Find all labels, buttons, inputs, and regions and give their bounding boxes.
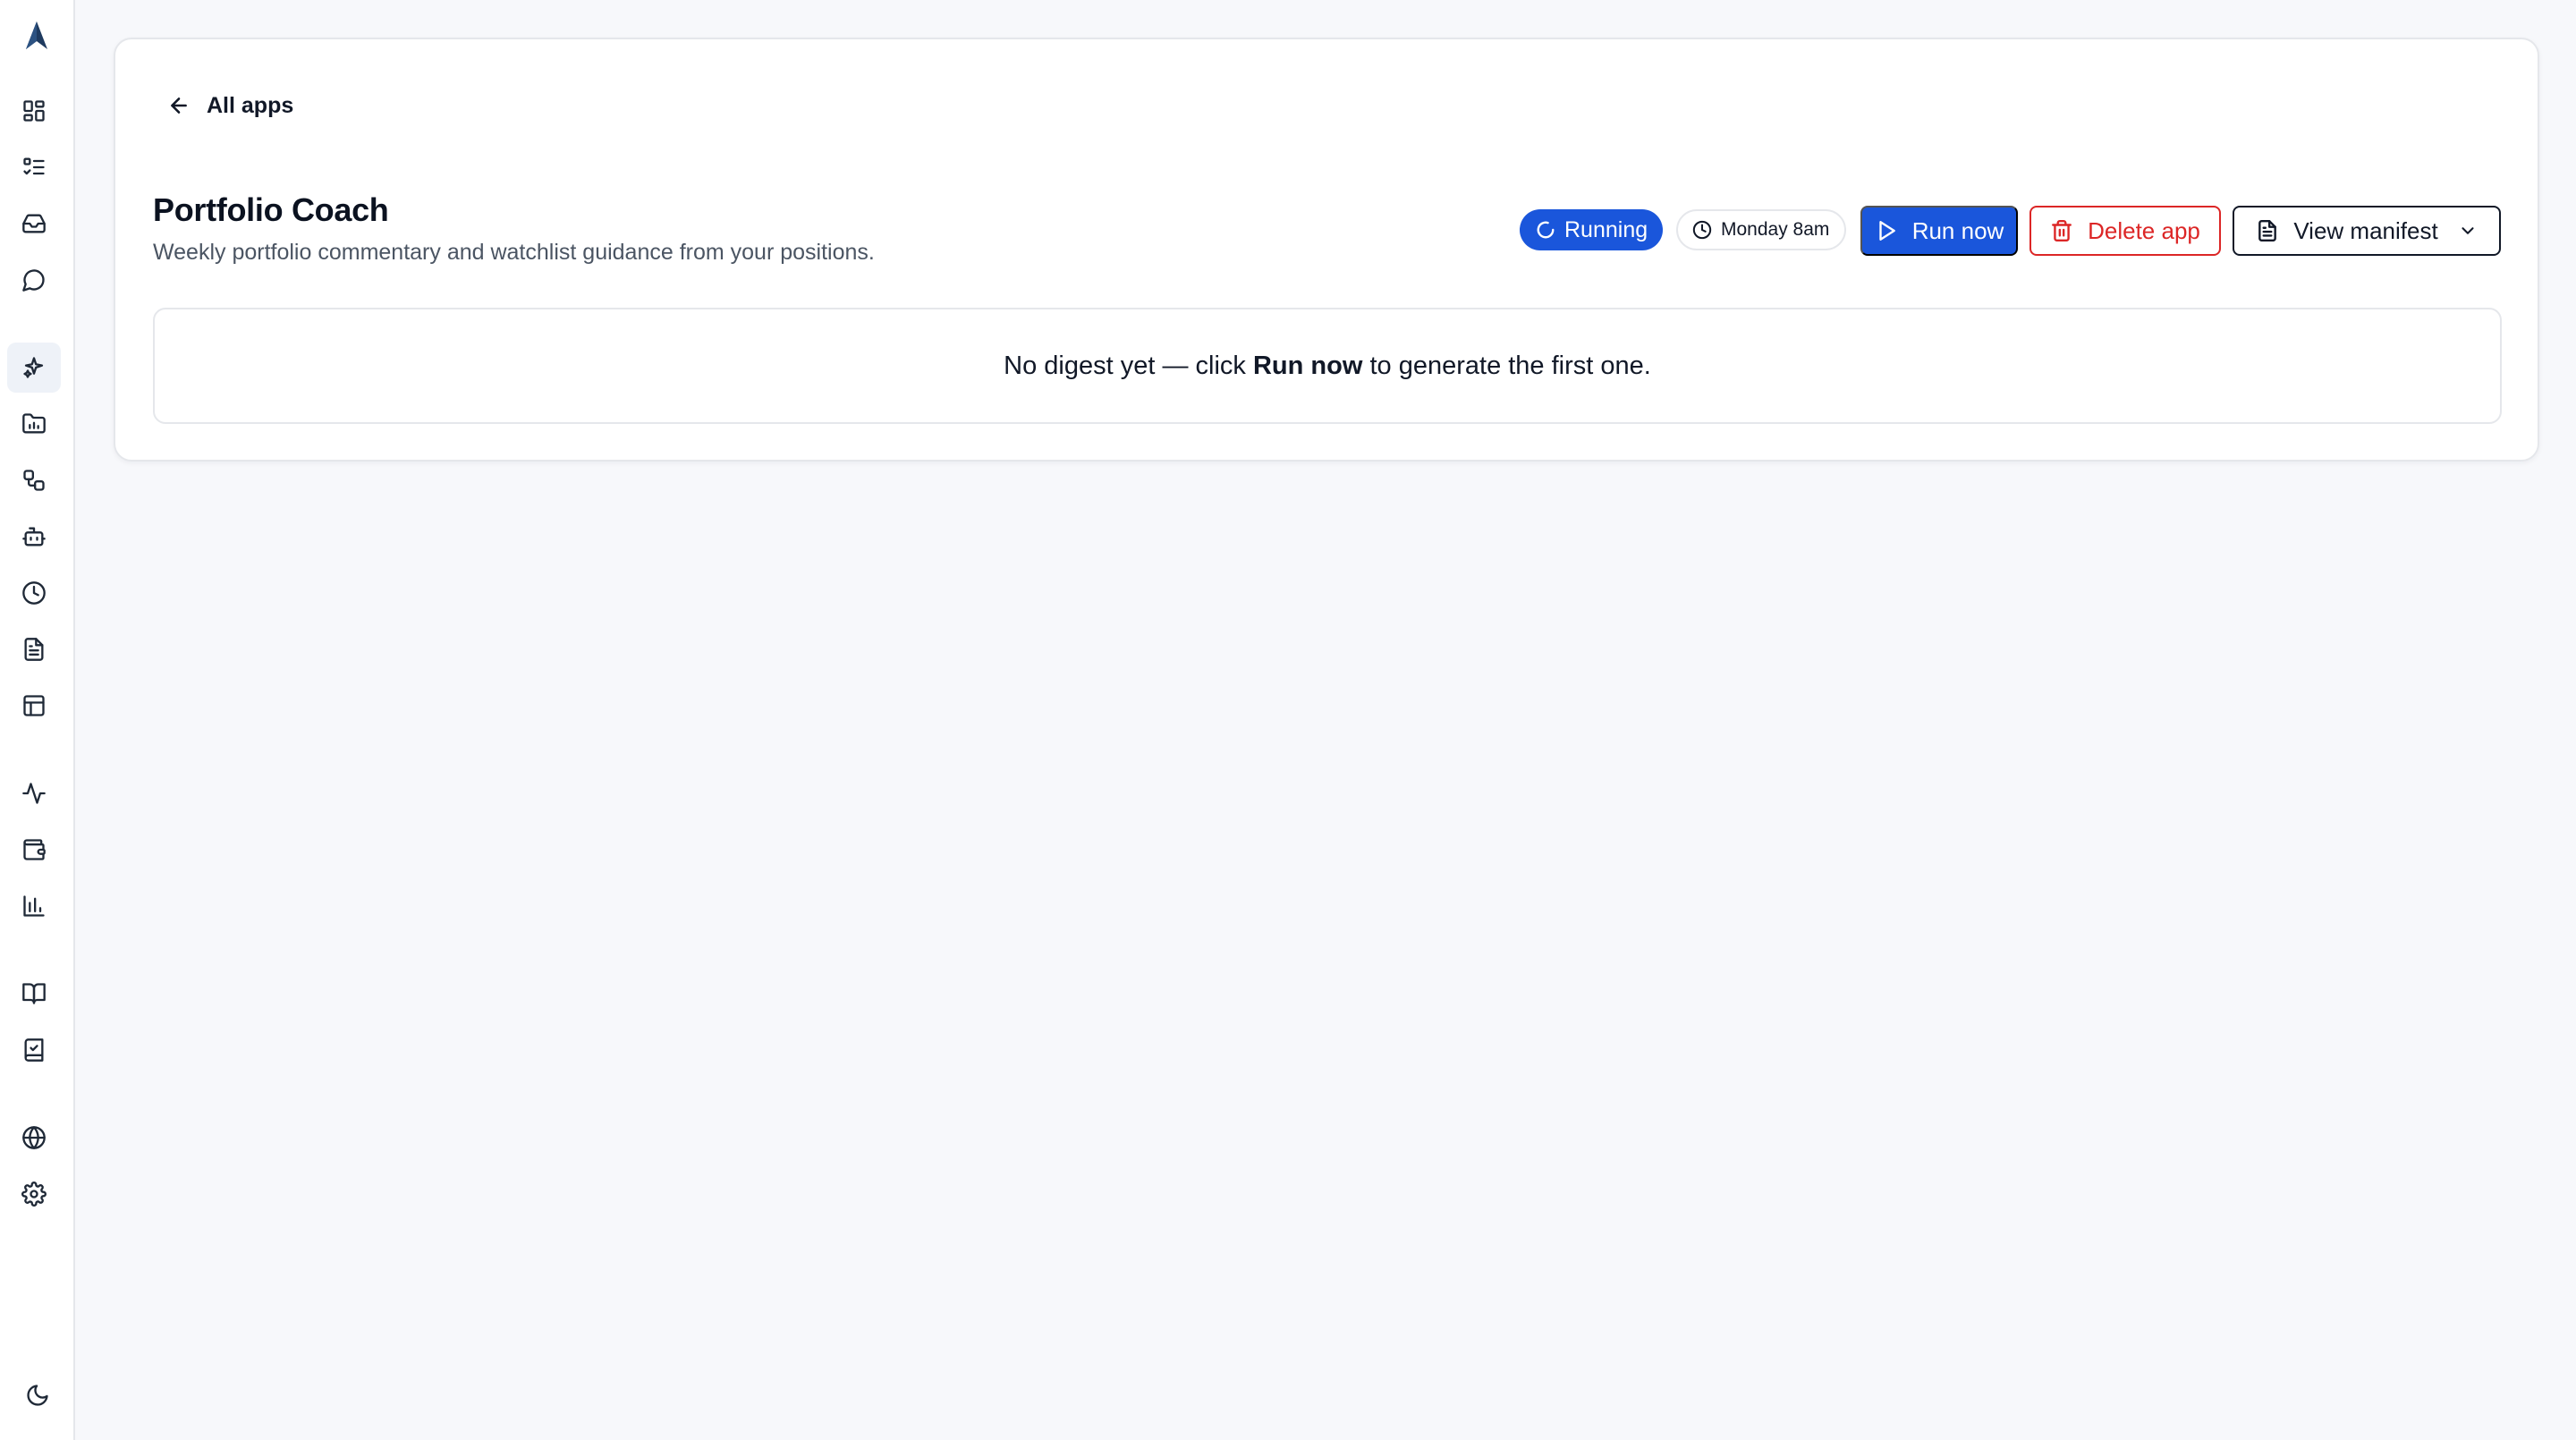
- sidebar: [0, 0, 75, 1440]
- view-manifest-dropdown[interactable]: View manifest: [2233, 206, 2501, 256]
- dashboard-grid-icon[interactable]: [7, 86, 61, 136]
- wallet-icon[interactable]: [7, 825, 61, 875]
- delete-app-label: Delete app: [2088, 216, 2200, 244]
- status-badge: Running: [1520, 209, 1663, 250]
- clock-icon: [1692, 220, 1712, 240]
- bar-chart-icon[interactable]: [7, 881, 61, 931]
- run-now-label: Run now: [1911, 216, 2004, 244]
- run-now-button[interactable]: Run now: [1860, 206, 2018, 256]
- settings-gear-icon[interactable]: [7, 1169, 61, 1219]
- back-to-all-apps-link[interactable]: All apps: [167, 88, 293, 123]
- empty-state-prefix: No digest yet — click: [1004, 351, 1253, 380]
- back-link-label: All apps: [207, 92, 294, 118]
- table-icon[interactable]: [7, 681, 61, 731]
- clock-icon[interactable]: [7, 568, 61, 618]
- view-manifest-label: View manifest: [2293, 216, 2438, 244]
- globe-icon[interactable]: [7, 1113, 61, 1163]
- list-checks-icon[interactable]: [7, 142, 61, 192]
- chat-bubble-icon[interactable]: [7, 255, 61, 305]
- schedule-label: Monday 8am: [1721, 219, 1830, 240]
- empty-state-emphasis: Run now: [1252, 351, 1363, 380]
- delete-app-button[interactable]: Delete app: [2029, 206, 2221, 256]
- app-detail-card: All apps Portfolio Coach Weekly portfoli…: [114, 38, 2539, 462]
- empty-state-suffix: to generate the first one.: [1362, 351, 1651, 380]
- schedule-badge: Monday 8am: [1676, 209, 1846, 250]
- bot-icon[interactable]: [7, 512, 61, 562]
- arrow-left-icon: [171, 97, 187, 114]
- chevron-down-icon: [2462, 227, 2474, 234]
- play-icon: [1878, 221, 1895, 241]
- app-title: Portfolio Coach: [153, 191, 389, 228]
- sparkles-icon[interactable]: [7, 343, 61, 393]
- document-icon[interactable]: [7, 624, 61, 674]
- arrow-logo-icon[interactable]: [23, 20, 50, 52]
- app-description: Weekly portfolio commentary and watchlis…: [153, 240, 875, 265]
- status-label: Running: [1564, 216, 1648, 242]
- loading-spinner-icon: [1537, 221, 1555, 239]
- book-open-icon[interactable]: [7, 969, 61, 1019]
- activity-icon[interactable]: [7, 768, 61, 818]
- notebook-icon[interactable]: [7, 1025, 61, 1075]
- workflow-icon[interactable]: [7, 455, 61, 505]
- moon-icon[interactable]: [20, 1377, 55, 1413]
- file-text-icon: [2258, 219, 2277, 242]
- folder-chart-icon[interactable]: [7, 399, 61, 449]
- trash-icon: [2052, 219, 2072, 242]
- empty-digest-state: No digest yet — click Run now to generat…: [153, 308, 2502, 424]
- inbox-icon[interactable]: [7, 199, 61, 249]
